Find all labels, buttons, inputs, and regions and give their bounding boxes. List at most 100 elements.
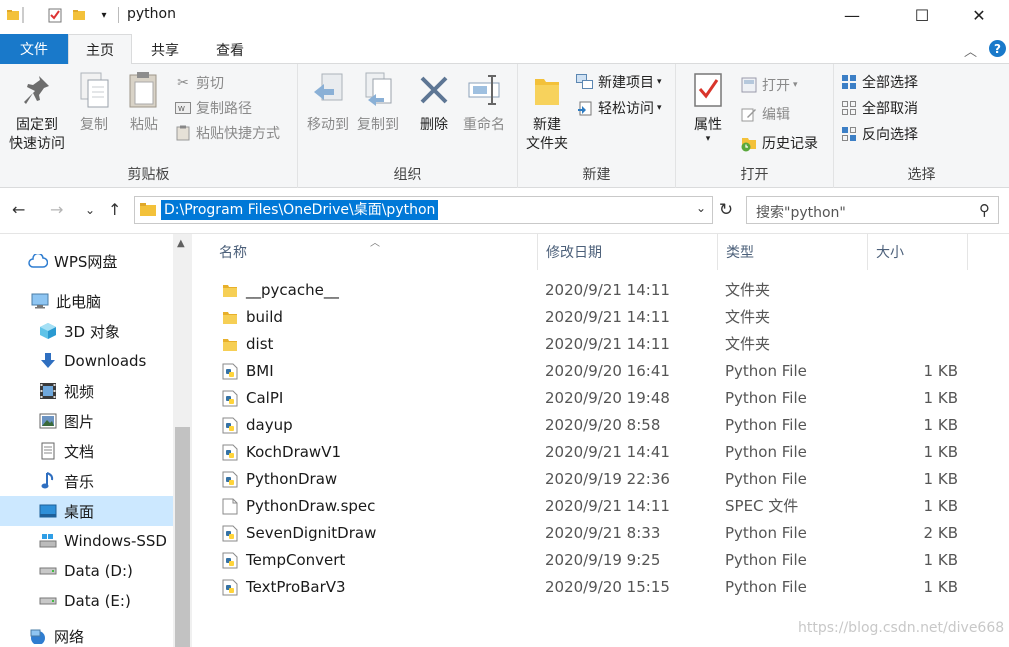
cut-button[interactable]: ✂ 剪切 — [174, 72, 224, 94]
forward-arrow-icon[interactable]: → — [50, 200, 63, 219]
new-item-button[interactable]: 新建项目 ▾ — [576, 71, 662, 93]
nav-item-pictures[interactable]: 图片 — [0, 406, 173, 436]
customize-quick-access-icon[interactable]: ▾ — [95, 6, 113, 24]
new-group-label: 新建 — [582, 167, 611, 183]
column-header-size[interactable]: 大小 — [868, 234, 968, 270]
tab-share[interactable]: 共享 — [134, 34, 196, 65]
file-type: Python File — [725, 362, 807, 380]
collapse-ribbon-icon[interactable]: ︿ — [964, 41, 977, 60]
refresh-icon[interactable]: ↻ — [714, 196, 738, 224]
properties-quick-icon[interactable] — [46, 6, 64, 24]
file-type: Python File — [725, 524, 807, 542]
minimize-button[interactable]: — — [829, 0, 875, 30]
copy-to-button[interactable]: 复制到 — [354, 68, 402, 135]
file-name[interactable]: dayup — [246, 412, 293, 439]
nav-item-downloads[interactable]: Downloads — [0, 346, 173, 376]
select-none-button[interactable]: 全部取消 — [840, 97, 918, 119]
tab-file[interactable]: 文件 — [0, 34, 68, 64]
back-arrow-icon[interactable]: ← — [12, 200, 25, 219]
address-dropdown-icon[interactable]: ⌄ — [696, 201, 706, 215]
file-date: 2020/9/21 14:11 — [545, 335, 670, 353]
file-name[interactable]: PythonDraw.spec — [246, 493, 375, 520]
file-row[interactable]: dayup 2020/9/20 8:58 Python File 1 KB — [218, 412, 966, 439]
cube-icon — [38, 322, 58, 340]
column-header-date[interactable]: 修改日期 — [538, 234, 718, 270]
column-headers: ︿ 名称 修改日期 类型 大小 — [192, 234, 1009, 270]
scroll-up-arrow-icon[interactable]: ▲ — [177, 238, 185, 249]
file-row[interactable]: build 2020/9/21 14:11 文件夹 — [218, 304, 966, 331]
file-type: 文件夹 — [725, 308, 771, 326]
new-folder-button[interactable]: 新建 文件夹 — [522, 68, 572, 154]
file-row[interactable]: TextProBarV3 2020/9/20 15:15 Python File 1 … — [218, 574, 966, 601]
file-name[interactable]: dist — [246, 331, 273, 358]
navigation-scrollbar[interactable]: ▲ — [173, 234, 192, 647]
file-name[interactable]: KochDrawV1 — [246, 439, 341, 466]
nav-item-wps-cloud[interactable]: WPS网盘 — [0, 246, 173, 276]
open-button[interactable]: 打开 ▾ — [740, 74, 798, 96]
file-row[interactable]: CalPI 2020/9/20 19:48 Python File 1 KB — [218, 385, 966, 412]
window-title: python — [127, 6, 176, 22]
history-button[interactable]: 历史记录 — [740, 132, 818, 154]
pin-quick-access-button[interactable]: 固定到 快速访问 — [6, 68, 68, 154]
nav-item-videos[interactable]: 视频 — [0, 376, 173, 406]
paste-shortcut-button[interactable]: 粘贴快捷方式 — [174, 122, 280, 144]
paste-button[interactable]: 粘贴 — [124, 68, 164, 135]
copy-button[interactable]: 复制 — [74, 68, 114, 135]
address-path[interactable]: D:\Program Files\OneDrive\桌面\python — [161, 200, 439, 220]
file-row[interactable]: KochDrawV1 2020/9/21 14:41 Python File 1 KB — [218, 439, 966, 466]
properties-button[interactable]: 属性 ▾ — [688, 68, 728, 144]
file-name[interactable]: TempConvert — [246, 547, 345, 574]
file-name[interactable]: build — [246, 304, 283, 331]
file-row[interactable]: PythonDraw.spec 2020/9/21 14:11 SPEC 文件 1 K… — [218, 493, 966, 520]
delete-button[interactable]: 删除 — [414, 68, 454, 135]
nav-item-this-pc[interactable]: 此电脑 — [0, 286, 173, 316]
python-file-icon — [222, 552, 238, 569]
nav-item-data-d[interactable]: Data (D:) — [0, 556, 173, 586]
file-row[interactable]: SevenDignitDraw 2020/9/21 8:33 Python File… — [218, 520, 966, 547]
up-arrow-icon[interactable]: ↑ — [108, 200, 121, 219]
nav-item-network[interactable]: 网络 — [0, 625, 173, 647]
new-folder-quick-icon[interactable] — [70, 6, 88, 24]
column-header-type[interactable]: 类型 — [718, 234, 868, 270]
file-row[interactable]: TempConvert 2020/9/19 9:25 Python File 1 KB — [218, 547, 966, 574]
nav-item-data-e[interactable]: Data (E:) — [0, 586, 173, 616]
file-row[interactable]: __pycache__ 2020/9/21 14:11 文件夹 — [218, 277, 966, 304]
tab-home[interactable]: 主页 — [68, 34, 132, 65]
file-name[interactable]: TextProBarV3 — [246, 574, 346, 601]
search-icon[interactable]: ⚲ — [979, 201, 990, 219]
file-size: 1 KB — [923, 470, 958, 488]
file-name[interactable]: CalPI — [246, 385, 283, 412]
edit-button[interactable]: 编辑 — [740, 103, 790, 125]
nav-item-desktop[interactable]: 桌面 — [0, 496, 173, 526]
close-button[interactable]: ✕ — [956, 0, 1002, 30]
file-name[interactable]: SevenDignitDraw — [246, 520, 376, 547]
nav-item-3d-objects[interactable]: 3D 对象 — [0, 316, 173, 346]
file-name[interactable]: BMI — [246, 358, 274, 385]
help-icon[interactable]: ? — [989, 40, 1006, 57]
maximize-button[interactable]: ☐ — [899, 0, 945, 30]
file-date: 2020/9/20 15:15 — [545, 578, 670, 596]
file-row[interactable]: BMI 2020/9/20 16:41 Python File 1 KB — [218, 358, 966, 385]
recent-locations-chevron-icon[interactable]: ⌄ — [85, 203, 95, 217]
rename-button[interactable]: 重命名 — [458, 68, 510, 135]
scrollbar-thumb[interactable] — [175, 427, 190, 647]
select-all-button[interactable]: 全部选择 — [840, 71, 918, 93]
nav-item-documents[interactable]: 文档 — [0, 436, 173, 466]
file-name[interactable]: PythonDraw — [246, 466, 337, 493]
search-placeholder: 搜索"python" — [756, 205, 846, 221]
file-date: 2020/9/21 14:11 — [545, 281, 670, 299]
file-row[interactable]: PythonDraw 2020/9/19 22:36 Python File 1 KB — [218, 466, 966, 493]
copy-path-button[interactable]: W 复制路径 — [174, 97, 252, 119]
easy-access-button[interactable]: 轻松访问 ▾ — [576, 97, 662, 119]
file-row[interactable]: dist 2020/9/21 14:11 文件夹 — [218, 331, 966, 358]
search-box[interactable]: 搜索"python" ⚲ — [746, 196, 999, 224]
nav-item-windows-ssd[interactable]: Windows-SSD ( — [0, 526, 173, 556]
invert-selection-button[interactable]: 反向选择 — [840, 123, 918, 145]
column-header-name[interactable]: 名称 — [211, 234, 538, 270]
picture-icon — [38, 412, 58, 430]
file-name[interactable]: __pycache__ — [246, 277, 339, 304]
move-to-button[interactable]: 移动到 — [304, 68, 352, 135]
nav-item-music[interactable]: 音乐 — [0, 466, 173, 496]
tab-view[interactable]: 查看 — [198, 34, 262, 65]
address-bar[interactable]: D:\Program Files\OneDrive\桌面\python ⌄ — [134, 196, 713, 224]
